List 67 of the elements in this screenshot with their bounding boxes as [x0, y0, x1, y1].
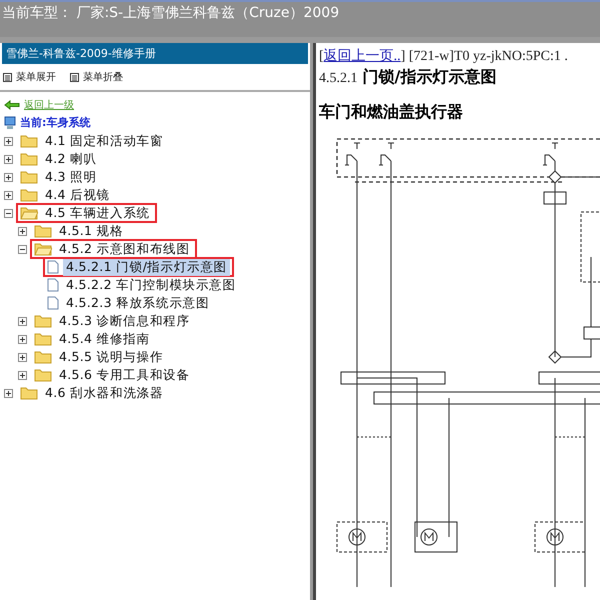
folder-icon	[20, 134, 38, 148]
page-icon	[47, 260, 59, 274]
tree-item[interactable]: 4.4 后视镜	[42, 186, 113, 204]
expand-toggle[interactable]	[18, 370, 27, 380]
plus-icon	[19, 228, 26, 234]
page-reference: [返回上一页..] [721-w]T0 yz-jkNO:5PC:1 .	[319, 48, 569, 65]
expand-toggle[interactable]	[4, 190, 13, 200]
tree-item[interactable]: 4.5.3 诊断信息和程序	[56, 312, 193, 330]
folder-icon	[34, 314, 52, 328]
window-title: 当前车型： 厂家:S-上海雪佛兰科鲁兹（Cruze）2009	[2, 4, 340, 22]
list-icon	[3, 72, 12, 82]
plus-icon	[5, 192, 12, 198]
expand-toggle[interactable]	[18, 334, 27, 344]
tree-item[interactable]: 4.2 喇叭	[42, 150, 100, 168]
collapse-toggle[interactable]	[18, 244, 27, 254]
back-arrow-icon	[4, 100, 20, 110]
tree-item[interactable]: 4.5.5 说明与操作	[56, 348, 166, 366]
open-folder-icon	[34, 242, 52, 256]
folder-icon	[20, 152, 38, 166]
tree-item[interactable]: 4.5.4 维修指南	[56, 330, 153, 348]
tree-item[interactable]: 4.6 刮水器和洗涤器	[42, 384, 166, 402]
plus-icon	[5, 174, 12, 180]
plus-icon	[19, 372, 26, 378]
expand-toggle[interactable]	[4, 388, 13, 398]
menu-toggle-button[interactable]: 菜单展开	[3, 70, 56, 84]
page-icon	[47, 278, 59, 292]
tree-item[interactable]: 4.5.1 规格	[56, 222, 126, 240]
manual-title: 雪佛兰-科鲁兹-2009-维修手册	[2, 43, 308, 64]
open-folder-icon	[20, 206, 38, 220]
tree-item[interactable]: 4.1 固定和活动车窗	[42, 132, 166, 150]
current-section: 当前:车身系统	[20, 115, 90, 130]
expand-toggle[interactable]	[18, 226, 27, 236]
tree-item[interactable]: 4.5.2.2 车门控制模块示意图	[63, 276, 239, 294]
plus-icon	[19, 354, 26, 360]
folder-icon	[34, 350, 52, 364]
back-link[interactable]: 返回上一页..	[324, 49, 401, 64]
tree-item[interactable]: 4.5.2.3 释放系统示意图	[63, 294, 212, 312]
page-icon	[47, 296, 59, 310]
expand-toggle[interactable]	[4, 172, 13, 182]
plus-icon	[19, 336, 26, 342]
tree-item[interactable]: 4.3 照明	[42, 168, 100, 186]
page-heading: 门锁/指示灯示意图	[362, 67, 496, 88]
tree-item[interactable]: 4.5.6 专用工具和设备	[56, 366, 193, 384]
plus-icon	[5, 390, 12, 396]
expand-toggle[interactable]	[4, 136, 13, 146]
folder-icon	[34, 224, 52, 238]
folder-icon	[34, 368, 52, 382]
folder-icon	[20, 188, 38, 202]
computer-icon	[4, 116, 16, 130]
expand-toggle[interactable]	[4, 154, 13, 164]
motor-symbol	[420, 528, 438, 546]
folder-icon	[20, 170, 38, 184]
menu-toggle-button[interactable]: 菜单折叠	[70, 70, 123, 84]
tree-item[interactable]: 4.5.2.1 门锁/指示灯示意图	[63, 258, 230, 276]
heading-number: 4.5.2.1	[319, 71, 358, 87]
collapse-toggle[interactable]	[4, 208, 13, 218]
motor-symbol	[546, 528, 564, 546]
plus-icon	[19, 318, 26, 324]
plus-icon	[5, 156, 12, 162]
expand-toggle[interactable]	[18, 316, 27, 326]
expand-toggle[interactable]	[18, 352, 27, 362]
plus-icon	[5, 138, 12, 144]
folder-icon	[20, 386, 38, 400]
folder-icon	[34, 332, 52, 346]
list-icon	[70, 72, 79, 82]
back-link[interactable]: 返回上一级	[24, 98, 74, 112]
section-heading: 车门和燃油盖执行器	[319, 102, 464, 123]
